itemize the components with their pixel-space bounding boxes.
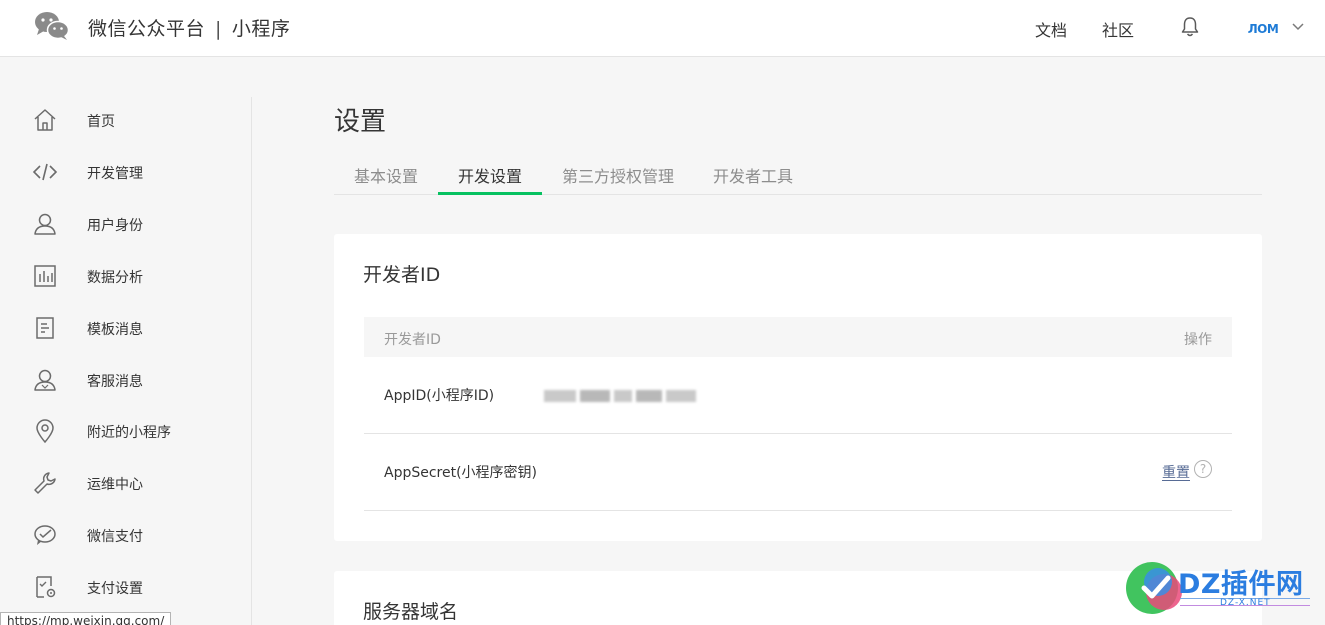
column-header-action: 操作 [1184, 332, 1212, 348]
sidebar-item-ops-center[interactable]: 运维中心 [0, 462, 250, 502]
brand-title[interactable]: 微信公众平台 | 小程序 [88, 14, 290, 41]
sidebar-item-template-messages[interactable]: 模板消息 [0, 307, 250, 347]
tab-dev-settings[interactable]: 开发设置 [458, 163, 522, 187]
wrench-icon [34, 472, 56, 494]
page-title: 设置 [334, 107, 387, 137]
user-icon [34, 213, 56, 235]
status-bar-url: https://mp.weixin.qq.com/ [0, 612, 172, 625]
sidebar-item-nearby-miniprogram[interactable]: 附近的小程序 [0, 410, 250, 450]
column-header-id: 开发者ID [384, 332, 441, 348]
tab-developer-tools[interactable]: 开发者工具 [713, 163, 793, 187]
card-title: 开发者ID [363, 264, 441, 286]
location-pin-icon [36, 419, 54, 444]
watermark-text: DZ插件网 [1178, 569, 1304, 600]
tab-third-party-auth[interactable]: 第三方授权管理 [562, 163, 674, 187]
sidebar: 首页 开发管理 用户身份 数据分析 模板消息 客服消息 附近的小程序 运维中心 … [0, 97, 252, 625]
sidebar-item-user-identity[interactable]: 用户身份 [0, 203, 250, 243]
sidebar-item-customer-service[interactable]: 客服消息 [0, 359, 250, 399]
sidebar-item-label: 用户身份 [87, 218, 143, 234]
tab-basic-settings[interactable]: 基本设置 [354, 163, 418, 187]
table-row-appsecret: AppSecret(小程序密钥) 重置 ? [364, 434, 1232, 511]
brand-platform: 微信公众平台 [88, 18, 206, 40]
code-icon [32, 163, 58, 181]
home-icon [34, 109, 56, 131]
chevron-down-icon[interactable] [1291, 19, 1305, 33]
sidebar-item-payment-settings[interactable]: 支付设置 [0, 566, 250, 606]
notification-bell-icon[interactable] [1180, 16, 1200, 38]
watermark-subtext: DZ-X.NET [1220, 598, 1271, 608]
top-header: 微信公众平台 | 小程序 文档 社区 ЛОМ [0, 0, 1325, 57]
sidebar-item-home[interactable]: 首页 [0, 99, 250, 139]
community-link[interactable]: 社区 [1102, 17, 1134, 41]
sidebar-item-label: 微信支付 [87, 529, 143, 545]
wechat-pay-icon [34, 525, 56, 545]
sidebar-item-data-analysis[interactable]: 数据分析 [0, 255, 250, 295]
wechat-logo-icon[interactable] [34, 11, 70, 41]
sidebar-item-label: 运维中心 [87, 477, 143, 493]
developer-id-card: 开发者ID 开发者ID 操作 AppID(小程序ID) AppSecret(小程… [334, 234, 1262, 541]
document-icon [36, 317, 54, 339]
active-tab-indicator [438, 192, 542, 195]
sidebar-item-label: 开发管理 [87, 166, 143, 182]
table-header: 开发者ID 操作 [364, 317, 1232, 357]
brand-separator: | [215, 18, 222, 40]
table-row-appid: AppID(小程序ID) [364, 357, 1232, 434]
sidebar-item-label: 客服消息 [87, 374, 143, 390]
sidebar-item-wechat-pay[interactable]: 微信支付 [0, 514, 250, 554]
help-icon[interactable]: ? [1194, 460, 1212, 478]
bar-chart-icon [34, 265, 56, 287]
sidebar-item-dev-management[interactable]: 开发管理 [0, 151, 250, 191]
avatar[interactable]: ЛОМ [1247, 16, 1279, 42]
customer-service-icon [34, 369, 56, 391]
sidebar-item-label: 首页 [87, 114, 115, 130]
settings-tabs: 基本设置 开发设置 第三方授权管理 开发者工具 [334, 154, 1262, 195]
sidebar-item-label: 支付设置 [87, 581, 143, 597]
card-title: 服务器域名 [363, 601, 459, 623]
sidebar-item-label: 模板消息 [87, 322, 143, 338]
sidebar-item-label: 数据分析 [87, 270, 143, 286]
sidebar-item-label: 附近的小程序 [87, 425, 171, 441]
appid-value-redacted [544, 390, 696, 402]
brand-product: 小程序 [231, 18, 291, 40]
docs-link[interactable]: 文档 [1035, 17, 1067, 41]
appid-label: AppID(小程序ID) [384, 388, 495, 404]
appsecret-label: AppSecret(小程序密钥) [384, 465, 538, 481]
reset-secret-link[interactable]: 重置 [1162, 462, 1190, 482]
payment-settings-icon [36, 576, 56, 598]
